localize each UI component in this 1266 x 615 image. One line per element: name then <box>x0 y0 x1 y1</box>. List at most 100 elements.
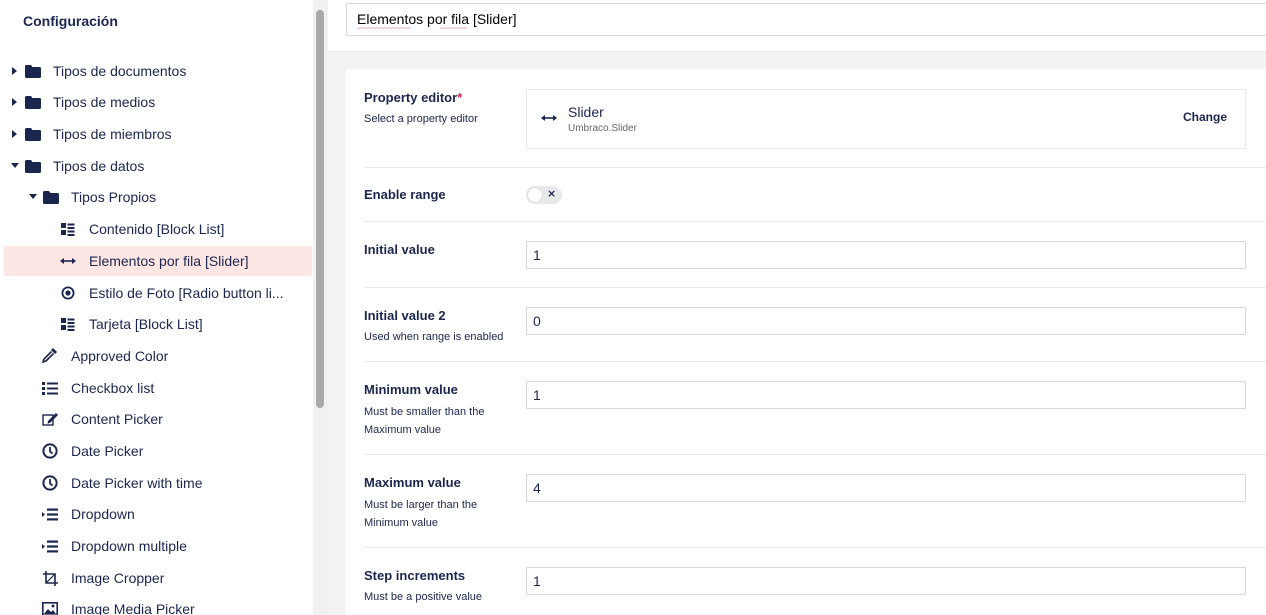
row-divider <box>364 287 1266 288</box>
tree-item-tipos-de-documentos[interactable]: Tipos de documentos <box>4 56 312 86</box>
caret-right-icon[interactable] <box>12 98 17 106</box>
enable-range-toggle[interactable]: × <box>526 186 562 204</box>
caret-down-icon[interactable] <box>11 163 19 168</box>
tree-item-label: Image Cropper <box>71 570 165 586</box>
tree-item-tipos-de-datos[interactable]: Tipos de datos <box>4 151 312 181</box>
tree-item-label: Estilo de Foto [Radio button li... <box>89 285 284 301</box>
clock-icon <box>41 475 59 491</box>
sidebar-title: Configuración <box>23 13 118 29</box>
tree-item-label: Date Picker with time <box>71 475 203 491</box>
tree-item-label: Tipos de documentos <box>53 63 187 79</box>
radio-button-icon <box>59 285 77 301</box>
block-list-icon <box>59 316 77 332</box>
content-picker-icon <box>41 410 59 426</box>
tree-item-elementos-por-fila[interactable]: Elementos por fila [Slider] <box>4 246 312 276</box>
sidebar-scrollbar-thumb[interactable] <box>316 10 324 408</box>
property-editor-description: Select a property editor <box>364 113 478 125</box>
property-editor-label: Property editor* <box>364 90 463 105</box>
tree-item-label: Checkbox list <box>71 380 155 396</box>
spellcheck-underline <box>440 27 467 30</box>
minimum-value-input[interactable] <box>526 381 1246 409</box>
tree-item-dropdown[interactable]: Dropdown <box>4 499 312 529</box>
tree-item-tipos-propios[interactable]: Tipos Propios <box>4 182 312 212</box>
data-type-name-input[interactable] <box>346 3 1266 36</box>
folder-icon <box>24 63 42 79</box>
tree-item-date-picker[interactable]: Date Picker <box>4 436 312 466</box>
tree-item-label: Date Picker <box>71 443 144 459</box>
enable-range-label: Enable range <box>364 187 446 202</box>
tree-item-label: Elementos por fila [Slider] <box>89 253 249 269</box>
slider-icon <box>541 110 557 128</box>
initial-value-input[interactable] <box>526 241 1246 269</box>
maximum-value-description: Must be larger than the Minimum value <box>364 499 478 529</box>
toggle-off-icon: × <box>547 187 557 200</box>
tree-item-tipos-de-medios[interactable]: Tipos de medios <box>4 87 312 117</box>
tree-item-label: Tipos de datos <box>53 158 145 174</box>
property-editor-alias: Umbraco.Slider <box>568 123 637 134</box>
sidebar: Configuración Tipos de documentos Tipos … <box>0 0 327 615</box>
caret-right-icon[interactable] <box>12 130 17 138</box>
crop-icon <box>41 570 59 586</box>
row-divider <box>364 547 1266 548</box>
color-picker-icon <box>41 347 59 363</box>
spellcheck-underline <box>357 27 410 30</box>
tree-item-label: Approved Color <box>71 348 169 364</box>
row-divider <box>364 454 1266 455</box>
tree-item-image-cropper[interactable]: Image Cropper <box>4 563 312 593</box>
tree-item-tipos-de-miembros[interactable]: Tipos de miembros <box>4 119 312 149</box>
step-increments-input[interactable] <box>526 567 1246 595</box>
block-list-icon <box>59 221 77 237</box>
tree-item-dropdown-multiple[interactable]: Dropdown multiple <box>4 531 312 561</box>
initial-value-label: Initial value <box>364 242 435 257</box>
tree-item-tarjeta[interactable]: Tarjeta [Block List] <box>4 309 312 339</box>
tree-item-label: Tipos Propios <box>71 189 157 205</box>
initial-value-2-description: Used when range is enabled <box>364 331 504 343</box>
folder-icon <box>24 126 42 142</box>
tree-item-image-media-picker[interactable]: Image Media Picker <box>4 594 312 615</box>
minimum-value-label: Minimum value <box>364 382 458 397</box>
tree-item-contenido[interactable]: Contenido [Block List] <box>4 214 312 244</box>
tree-item-label: Dropdown multiple <box>71 538 187 554</box>
change-editor-button[interactable]: Change <box>1183 110 1227 124</box>
tree-item-label: Dropdown <box>71 506 135 522</box>
caret-down-icon[interactable] <box>29 194 37 199</box>
step-increments-description: Must be a positive value <box>364 591 483 603</box>
caret-right-icon[interactable] <box>12 67 17 75</box>
toggle-knob <box>528 188 542 202</box>
tree-item-content-picker[interactable]: Content Picker <box>4 404 312 434</box>
tree-item-label: Tarjeta [Block List] <box>89 316 203 332</box>
folder-icon <box>24 158 42 174</box>
checkbox-list-icon <box>41 380 59 396</box>
maximum-value-input[interactable] <box>526 474 1246 502</box>
slider-icon <box>59 253 77 269</box>
row-divider <box>364 361 1266 362</box>
tree-item-checkbox-list[interactable]: Checkbox list <box>4 373 312 403</box>
initial-value-2-input[interactable] <box>526 307 1246 335</box>
tree-item-label: Contenido [Block List] <box>89 221 225 237</box>
row-divider <box>364 167 1266 168</box>
image-icon <box>41 601 59 615</box>
tree-item-label: Tipos de medios <box>53 94 156 110</box>
maximum-value-label: Maximum value <box>364 475 461 490</box>
tree-item-label: Image Media Picker <box>71 601 195 615</box>
initial-value-2-label: Initial value 2 <box>364 308 446 323</box>
dropdown-icon <box>41 538 59 554</box>
step-increments-label: Step increments <box>364 568 466 583</box>
minimum-value-description: Must be smaller than the Maximum value <box>364 406 485 436</box>
tree-item-label: Tipos de miembros <box>53 126 172 142</box>
folder-icon <box>42 189 60 205</box>
clock-icon <box>41 443 59 459</box>
main-content: Elementos por fila [Slider] Property edi… <box>328 0 1266 615</box>
property-editor-card: Slider Umbraco.Slider Change <box>526 89 1246 149</box>
tree-item-approved-color[interactable]: Approved Color <box>4 341 312 371</box>
tree-item-label: Content Picker <box>71 411 163 427</box>
row-divider <box>364 221 1266 222</box>
tree-item-estilo-de-foto[interactable]: Estilo de Foto [Radio button li... <box>4 278 312 308</box>
editor-header: Elementos por fila [Slider] <box>328 0 1266 52</box>
property-editor-name: Slider <box>568 104 604 120</box>
folder-icon <box>24 94 42 110</box>
dropdown-icon <box>41 506 59 522</box>
settings-panel: Property editor* Select a property edito… <box>346 69 1266 615</box>
tree-item-date-picker-with-time[interactable]: Date Picker with time <box>4 468 312 498</box>
required-mark: * <box>457 90 463 105</box>
